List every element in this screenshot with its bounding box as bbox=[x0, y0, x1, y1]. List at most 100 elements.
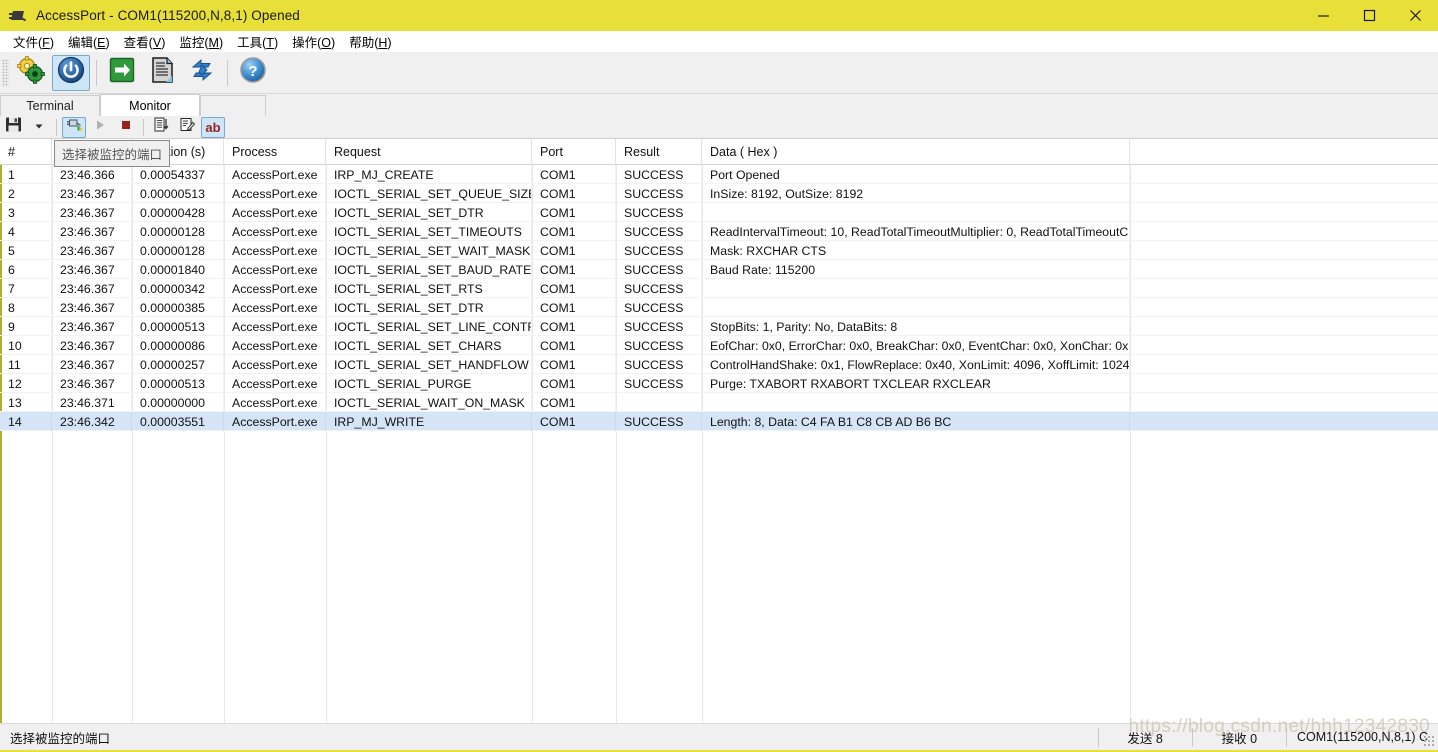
empty-cell bbox=[224, 602, 326, 621]
table-row[interactable]: 8 23:46.367 0.00000385 AccessPort.exe IOCTL_… bbox=[0, 298, 1438, 317]
minimize-button[interactable] bbox=[1300, 0, 1346, 31]
cell-time: 23:46.367 bbox=[52, 241, 132, 260]
col-header-request[interactable]: Request bbox=[326, 139, 532, 165]
select-port-button[interactable] bbox=[62, 116, 86, 138]
ab-text-button[interactable]: ab bbox=[201, 116, 225, 138]
export-list-button[interactable] bbox=[149, 117, 173, 138]
cell-extra bbox=[1130, 203, 1436, 222]
table-row[interactable]: 1 23:46.366 0.00054337 AccessPort.exe IRP_MJ… bbox=[0, 165, 1438, 184]
empty-cell bbox=[224, 431, 326, 450]
cell-process: AccessPort.exe bbox=[224, 260, 326, 279]
empty-cell bbox=[0, 469, 52, 488]
cell-time: 23:46.367 bbox=[52, 298, 132, 317]
empty-row bbox=[0, 697, 1438, 716]
empty-cell bbox=[702, 583, 1130, 602]
tab-monitor[interactable]: Monitor bbox=[100, 94, 200, 116]
cell-result: SUCCESS bbox=[616, 241, 702, 260]
table-row[interactable]: 5 23:46.367 0.00000128 AccessPort.exe IOCTL_… bbox=[0, 241, 1438, 260]
close-button[interactable] bbox=[1392, 0, 1438, 31]
start-monitor-button[interactable] bbox=[88, 117, 112, 138]
tab-empty bbox=[200, 95, 266, 116]
save-floppy-icon bbox=[5, 116, 22, 138]
maximize-button[interactable] bbox=[1346, 0, 1392, 31]
col-header-result[interactable]: Result bbox=[616, 139, 702, 165]
cell-process: AccessPort.exe bbox=[224, 165, 326, 184]
cell-request: IRP_MJ_CREATE bbox=[326, 165, 532, 184]
empty-row bbox=[0, 659, 1438, 678]
status-bar: 选择被监控的端口 发送 8 接收 0 COM1(115200,N,8,1) C bbox=[0, 723, 1438, 750]
power-toggle-button[interactable] bbox=[52, 54, 90, 91]
toolbar-drag-handle[interactable] bbox=[2, 58, 9, 87]
empty-cell bbox=[532, 583, 616, 602]
menu-operate[interactable]: 操作(O) bbox=[285, 30, 342, 53]
col-header-process[interactable]: Process bbox=[224, 139, 326, 165]
col-header-extra[interactable] bbox=[1130, 139, 1436, 165]
cell-duration: 0.00000342 bbox=[132, 279, 224, 298]
empty-cell bbox=[532, 659, 616, 678]
swap-arrows-button[interactable] bbox=[183, 55, 221, 91]
stop-monitor-button[interactable] bbox=[114, 117, 138, 138]
col-header-port[interactable]: Port bbox=[532, 139, 616, 165]
empty-cell bbox=[702, 621, 1130, 640]
cell-result: SUCCESS bbox=[616, 355, 702, 374]
edit-filter-button[interactable] bbox=[175, 117, 199, 138]
cell-num: 4 bbox=[0, 222, 52, 241]
table-row[interactable]: 14 23:46.342 0.00003551 AccessPort.exe IRP_M… bbox=[0, 412, 1438, 431]
table-row[interactable]: 10 23:46.367 0.00000086 AccessPort.exe IOCTL… bbox=[0, 336, 1438, 355]
cell-num: 2 bbox=[0, 184, 52, 203]
empty-row bbox=[0, 640, 1438, 659]
save-dropdown-button[interactable] bbox=[27, 117, 51, 138]
menu-view[interactable]: 查看(V) bbox=[117, 30, 173, 53]
empty-cell bbox=[532, 621, 616, 640]
save-button[interactable] bbox=[1, 117, 25, 138]
empty-cell bbox=[702, 507, 1130, 526]
menu-monitor[interactable]: 监控(M) bbox=[172, 30, 230, 53]
cell-process: AccessPort.exe bbox=[224, 412, 326, 431]
empty-cell bbox=[0, 621, 52, 640]
cell-result: SUCCESS bbox=[616, 317, 702, 336]
cell-port: COM1 bbox=[532, 260, 616, 279]
table-row[interactable]: 13 23:46.371 0.00000000 AccessPort.exe IOCTL… bbox=[0, 393, 1438, 412]
cell-request: IOCTL_SERIAL_SET_WAIT_MASK bbox=[326, 241, 532, 260]
help-button[interactable]: ? bbox=[234, 55, 272, 91]
empty-cell bbox=[52, 526, 132, 545]
cell-duration: 0.00000257 bbox=[132, 355, 224, 374]
cell-result bbox=[616, 393, 702, 412]
resize-grip[interactable] bbox=[1423, 735, 1435, 747]
table-row[interactable]: 11 23:46.367 0.00000257 AccessPort.exe IOCTL… bbox=[0, 355, 1438, 374]
empty-row bbox=[0, 602, 1438, 621]
toolbar-separator-1 bbox=[96, 59, 97, 86]
table-row[interactable]: 4 23:46.367 0.00000128 AccessPort.exe IOCTL_… bbox=[0, 222, 1438, 241]
cell-extra bbox=[1130, 279, 1436, 298]
gears-settings-button[interactable] bbox=[12, 55, 50, 91]
table-row[interactable]: 3 23:46.367 0.00000428 AccessPort.exe IOCTL_… bbox=[0, 203, 1438, 222]
table-row[interactable]: 7 23:46.367 0.00000342 AccessPort.exe IOCTL_… bbox=[0, 279, 1438, 298]
clear-document-button[interactable] bbox=[143, 55, 181, 91]
col-header-index[interactable]: # bbox=[0, 139, 52, 165]
cell-port: COM1 bbox=[532, 203, 616, 222]
table-row[interactable]: 2 23:46.367 0.00000513 AccessPort.exe IOCTL_… bbox=[0, 184, 1438, 203]
menu-edit[interactable]: 编辑(E) bbox=[61, 30, 117, 53]
cell-port: COM1 bbox=[532, 317, 616, 336]
empty-row bbox=[0, 545, 1438, 564]
cell-port: COM1 bbox=[532, 298, 616, 317]
send-button[interactable] bbox=[103, 55, 141, 91]
cell-duration: 0.00000000 bbox=[132, 393, 224, 412]
menu-help[interactable]: 帮助(H) bbox=[342, 30, 398, 53]
empty-cell bbox=[52, 640, 132, 659]
cell-request: IOCTL_SERIAL_SET_CHARS bbox=[326, 336, 532, 355]
cell-data bbox=[702, 203, 1130, 222]
table-row[interactable]: 6 23:46.367 0.00001840 AccessPort.exe IOCTL_… bbox=[0, 260, 1438, 279]
table-row[interactable]: 12 23:46.367 0.00000513 AccessPort.exe IOCTL… bbox=[0, 374, 1438, 393]
cell-request: IOCTL_SERIAL_WAIT_ON_MASK bbox=[326, 393, 532, 412]
menu-tools[interactable]: 工具(T) bbox=[230, 30, 285, 53]
table-row[interactable]: 9 23:46.367 0.00000513 AccessPort.exe IOCTL_… bbox=[0, 317, 1438, 336]
empty-cell bbox=[52, 621, 132, 640]
empty-cell bbox=[326, 507, 532, 526]
cell-result: SUCCESS bbox=[616, 298, 702, 317]
col-header-data[interactable]: Data ( Hex ) bbox=[702, 139, 1130, 165]
menu-file[interactable]: 文件(F) bbox=[6, 30, 61, 53]
cell-result: SUCCESS bbox=[616, 222, 702, 241]
cell-num: 3 bbox=[0, 203, 52, 222]
tab-terminal[interactable]: Terminal bbox=[0, 95, 100, 116]
